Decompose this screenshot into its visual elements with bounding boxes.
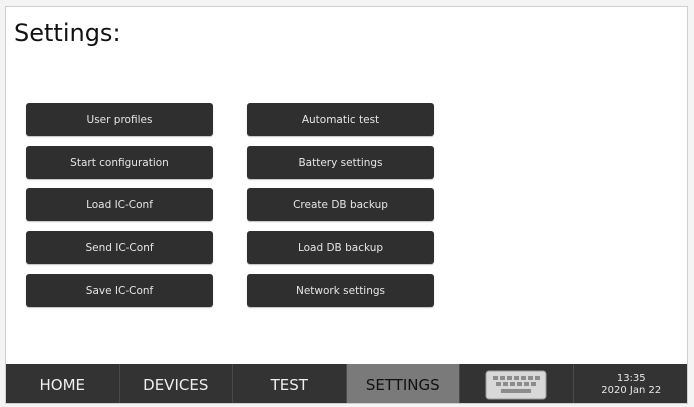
tab-home[interactable]: HOME: [6, 364, 120, 403]
tab-test[interactable]: TEST: [233, 364, 347, 403]
start-configuration-button[interactable]: Start configuration: [26, 146, 213, 179]
tab-settings[interactable]: SETTINGS: [346, 364, 460, 403]
clock: 13:35 2020 Jan 22: [574, 364, 688, 403]
send-ic-conf-button[interactable]: Send IC-Conf: [26, 231, 213, 264]
network-settings-button[interactable]: Network settings: [247, 274, 434, 307]
keyboard-button[interactable]: [460, 364, 574, 403]
settings-screen: Settings: User profiles Start configurat…: [5, 6, 688, 404]
bottom-nav-bar: HOME DEVICES TEST SETTINGS 13:35 2020 Ja…: [6, 364, 688, 403]
save-ic-conf-button[interactable]: Save IC-Conf: [26, 274, 213, 307]
clock-date: 2020 Jan 22: [601, 384, 662, 396]
battery-settings-button[interactable]: Battery settings: [247, 146, 434, 179]
user-profiles-button[interactable]: User profiles: [26, 103, 213, 136]
load-ic-conf-button[interactable]: Load IC-Conf: [26, 188, 213, 221]
page-title: Settings:: [14, 19, 121, 47]
create-db-backup-button[interactable]: Create DB backup: [247, 188, 434, 221]
clock-time: 13:35: [616, 372, 646, 384]
keyboard-icon: [485, 370, 547, 399]
load-db-backup-button[interactable]: Load DB backup: [247, 231, 434, 264]
tab-devices[interactable]: DEVICES: [120, 364, 233, 403]
automatic-test-button[interactable]: Automatic test: [247, 103, 434, 136]
